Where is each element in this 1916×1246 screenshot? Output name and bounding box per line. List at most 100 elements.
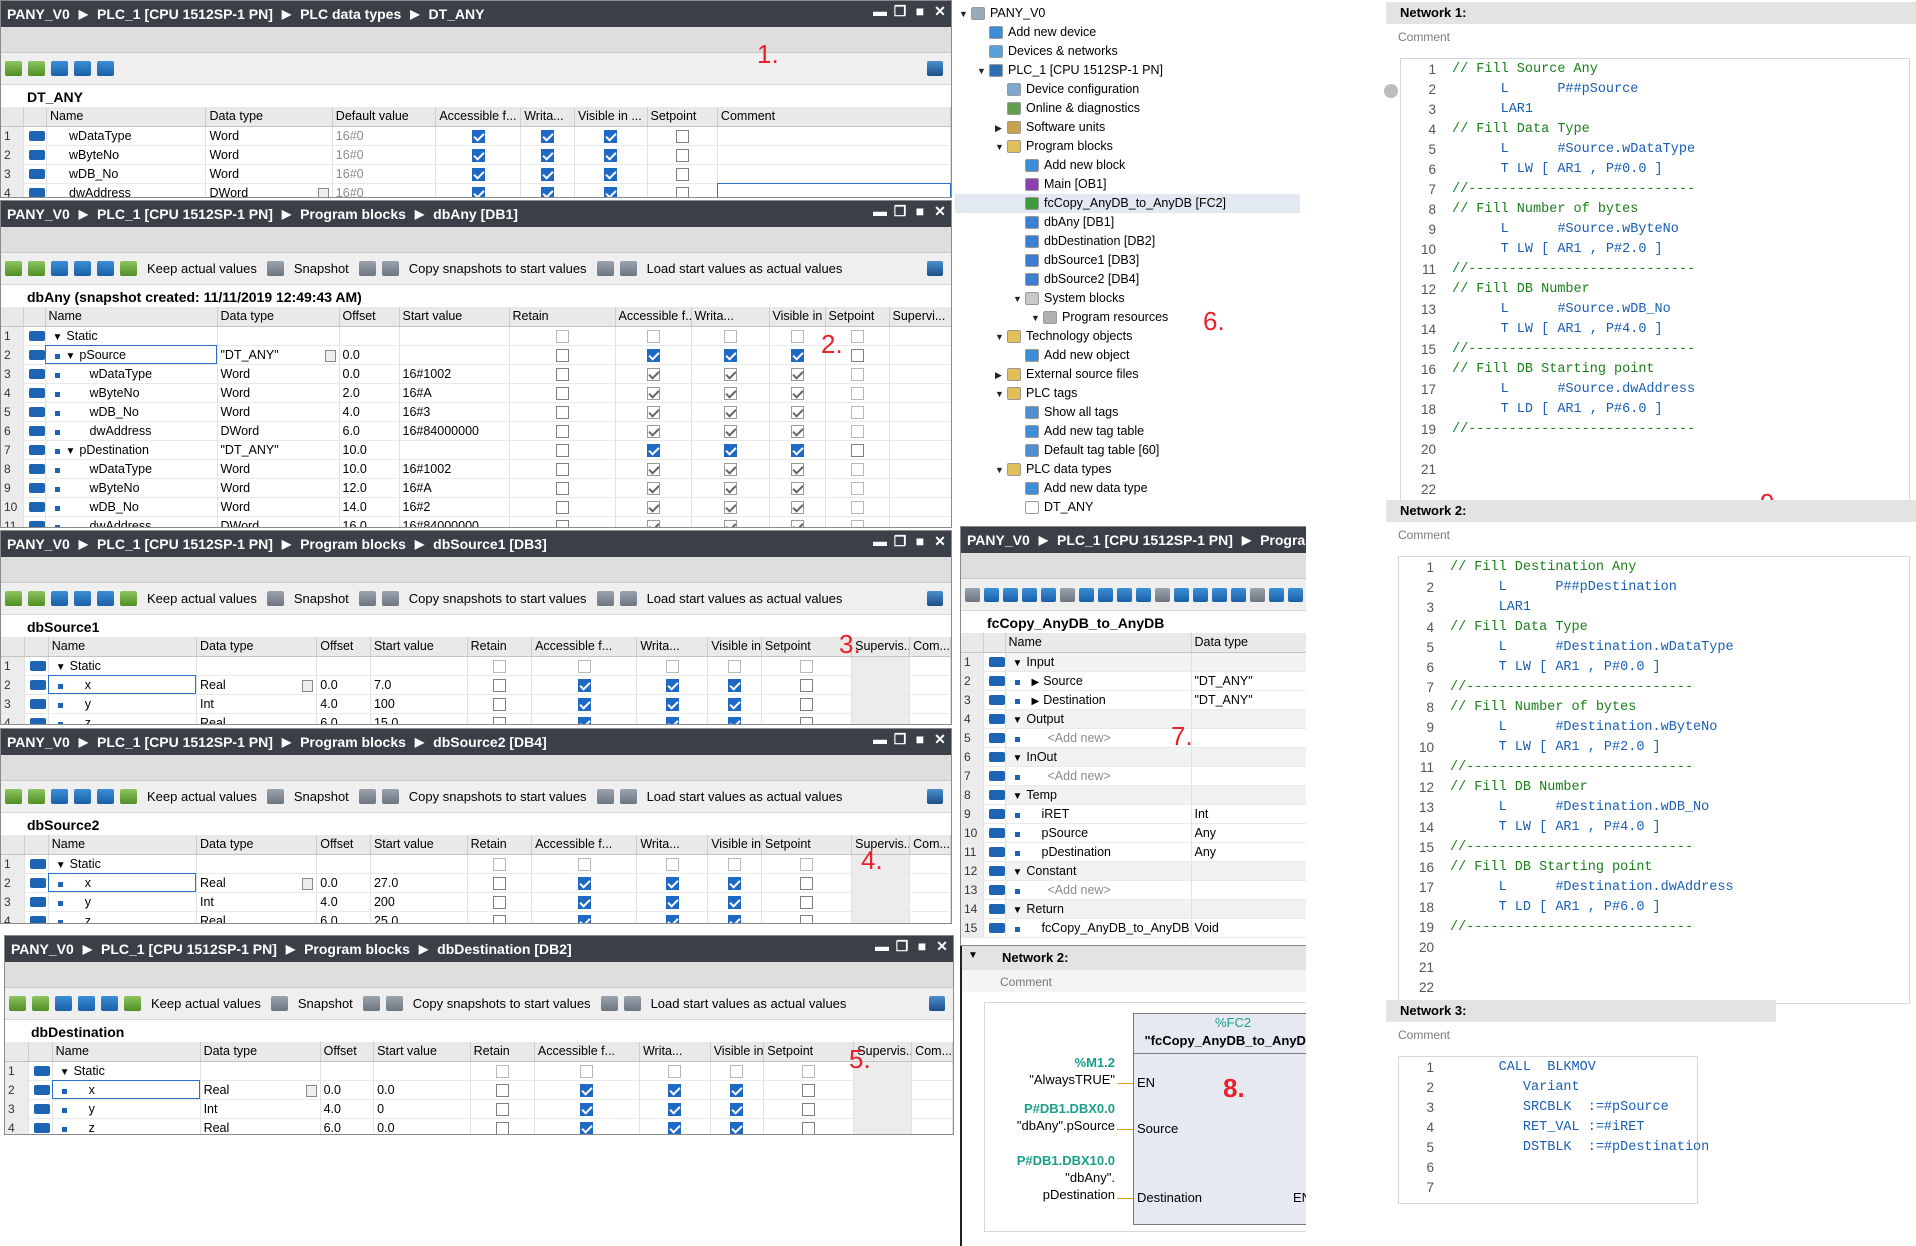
writable-checkbox[interactable] bbox=[665, 678, 679, 692]
writable-checkbox[interactable] bbox=[668, 1083, 682, 1097]
checkbox-cell[interactable] bbox=[707, 713, 762, 724]
crumb-project[interactable]: PANY_V0 bbox=[11, 941, 74, 957]
name-cell[interactable]: dwAddress bbox=[45, 516, 218, 527]
start-value-cell[interactable]: 0.0 bbox=[373, 1118, 471, 1134]
table-row[interactable]: 2 x Real 0.0 0.0 bbox=[5, 1080, 953, 1100]
type-picker-icon[interactable] bbox=[302, 877, 314, 890]
setpoint-checkbox[interactable] bbox=[850, 348, 864, 362]
row-drag-icon[interactable] bbox=[988, 808, 1004, 819]
visible-checkbox[interactable] bbox=[728, 895, 742, 909]
copy2-icon[interactable] bbox=[381, 789, 399, 804]
type-cell[interactable]: Word bbox=[217, 402, 340, 422]
checkbox-cell[interactable] bbox=[435, 126, 522, 146]
row-drag-icon[interactable] bbox=[988, 865, 1004, 876]
minimize-icon[interactable]: ▬ bbox=[873, 533, 887, 550]
column-header[interactable]: Default value bbox=[332, 107, 437, 127]
row-drag-icon[interactable] bbox=[28, 387, 44, 398]
checkbox-cell[interactable] bbox=[615, 402, 692, 422]
type-cell[interactable] bbox=[1191, 728, 1310, 748]
checkbox-cell[interactable] bbox=[435, 145, 522, 165]
table-row[interactable]: 2 x Real 0.0 27.0 bbox=[1, 873, 951, 893]
checkbox-cell[interactable] bbox=[691, 402, 770, 422]
checkbox-cell[interactable] bbox=[691, 383, 770, 403]
start-value-cell[interactable]: 16#84000000 bbox=[399, 421, 510, 441]
checkbox-cell[interactable] bbox=[707, 675, 762, 695]
type-cell[interactable] bbox=[200, 1061, 321, 1081]
checkbox-cell[interactable] bbox=[691, 497, 770, 517]
name-cell[interactable]: y bbox=[48, 694, 197, 714]
name-cell[interactable]: ▶ Destination bbox=[1005, 690, 1192, 710]
row-drag-icon[interactable] bbox=[28, 501, 44, 512]
name-cell[interactable]: wByteNo bbox=[45, 383, 218, 403]
type-cell[interactable]: Any bbox=[1191, 842, 1310, 862]
checkbox-cell[interactable] bbox=[825, 516, 890, 527]
checkbox-cell[interactable] bbox=[509, 440, 616, 460]
tree-item[interactable]: ▼ Program resources bbox=[1031, 308, 1168, 327]
accessible-checkbox[interactable] bbox=[471, 129, 485, 143]
type-cell[interactable]: Void bbox=[1191, 918, 1310, 938]
comment-label[interactable]: Comment bbox=[1398, 30, 1450, 44]
type-cell[interactable] bbox=[217, 326, 340, 346]
type-cell[interactable]: "DT_ANY" bbox=[1191, 690, 1310, 710]
checkbox-cell[interactable] bbox=[636, 892, 709, 912]
checkbox-cell[interactable] bbox=[691, 440, 770, 460]
column-header[interactable]: Supervi... bbox=[889, 307, 951, 327]
column-header[interactable]: Setpoint bbox=[763, 1042, 855, 1062]
name-cell[interactable]: z bbox=[48, 911, 197, 923]
row-drag-icon[interactable] bbox=[988, 922, 1004, 933]
crumb-program-blocks[interactable]: Program blocks bbox=[300, 206, 406, 222]
editor-tool-icon[interactable] bbox=[965, 587, 980, 602]
checkbox-cell[interactable] bbox=[825, 459, 890, 479]
expand-arrow-icon[interactable]: ▼ bbox=[60, 1067, 70, 1078]
comment-cell[interactable] bbox=[911, 1099, 953, 1119]
table-row[interactable]: 1 wDataType Word 16#0 bbox=[1, 126, 951, 146]
type-cell[interactable]: Int bbox=[196, 694, 318, 714]
name-cell[interactable]: ▼ Static bbox=[52, 1061, 201, 1081]
column-header[interactable]: Writa... bbox=[636, 835, 709, 855]
column-header[interactable]: Name bbox=[46, 107, 207, 127]
start-value-cell[interactable]: 100 bbox=[370, 694, 468, 714]
checkbox-cell[interactable] bbox=[615, 326, 692, 346]
checkbox-cell[interactable] bbox=[467, 873, 533, 893]
type-cell[interactable] bbox=[1191, 747, 1310, 767]
code-line[interactable]: T LD [ AR1 , P#6.0 ] bbox=[1452, 402, 1663, 417]
load-start-values-button[interactable]: Load start values as actual values bbox=[651, 996, 847, 1011]
code-line[interactable]: // Fill DB Number bbox=[1452, 282, 1590, 297]
writable-checkbox[interactable] bbox=[541, 167, 555, 181]
start-value-cell[interactable] bbox=[399, 345, 510, 365]
type-cell[interactable]: Word bbox=[205, 145, 333, 165]
type-cell[interactable] bbox=[1191, 652, 1310, 672]
tree-item[interactable]: Devices & networks bbox=[977, 42, 1118, 61]
checkbox-cell[interactable] bbox=[825, 383, 890, 403]
checkbox-cell[interactable] bbox=[531, 854, 638, 874]
type-cell[interactable]: DWord bbox=[217, 516, 340, 527]
type-cell[interactable] bbox=[1191, 880, 1310, 900]
setpoint-checkbox[interactable] bbox=[800, 697, 813, 711]
type-cell[interactable]: Word bbox=[217, 459, 340, 479]
add-row-icon[interactable] bbox=[28, 261, 45, 276]
checkbox-cell[interactable] bbox=[574, 126, 648, 146]
minimize-icon[interactable]: ▬ bbox=[873, 3, 887, 20]
editor-tool-icon[interactable] bbox=[1060, 587, 1075, 602]
column-header[interactable]: Accessible f... bbox=[435, 107, 522, 127]
checkbox-cell[interactable] bbox=[615, 497, 692, 517]
checkbox-cell[interactable] bbox=[707, 694, 762, 714]
checkbox-cell[interactable] bbox=[615, 440, 692, 460]
checkbox-cell[interactable] bbox=[467, 656, 533, 676]
editor-tool-icon[interactable] bbox=[1079, 587, 1094, 602]
retain-checkbox[interactable] bbox=[555, 424, 569, 438]
collapse-icon[interactable] bbox=[78, 996, 95, 1011]
crumb-project[interactable]: PANY_V0 bbox=[7, 206, 70, 222]
row-drag-icon[interactable] bbox=[30, 915, 47, 923]
expand-arrow-icon[interactable]: ▼ bbox=[56, 860, 66, 871]
expand-arrow-icon[interactable]: ▼ bbox=[66, 351, 76, 362]
name-cell[interactable]: wByteNo bbox=[46, 145, 207, 165]
destination-tag-2[interactable]: pDestination bbox=[985, 1187, 1115, 1202]
row-drag-icon[interactable] bbox=[28, 330, 44, 341]
code-line[interactable]: L #Destination.wDataType bbox=[1450, 640, 1734, 655]
name-cell[interactable]: iRET bbox=[1005, 804, 1192, 824]
en-tag[interactable]: "AlwaysTRUE" bbox=[985, 1072, 1115, 1087]
checkbox-cell[interactable] bbox=[710, 1061, 765, 1081]
checkbox-cell[interactable] bbox=[520, 183, 576, 197]
snapshot-button[interactable]: Snapshot bbox=[298, 996, 353, 1011]
